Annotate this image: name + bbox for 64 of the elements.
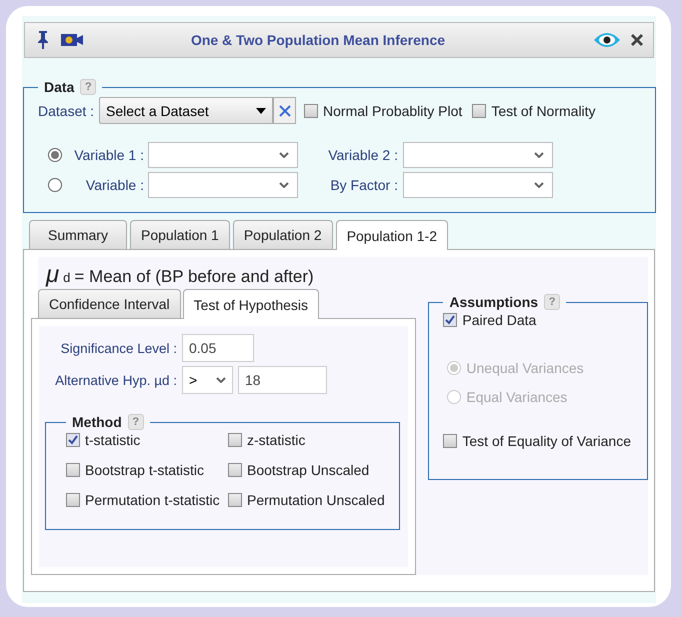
caret-icon <box>256 108 266 114</box>
checkbox[interactable] <box>443 313 458 327</box>
tab[interactable]: Confidence Interval <box>38 289 181 318</box>
window-title: One & Two Population Mean Inference <box>190 32 446 48</box>
tab[interactable]: Population 1-2 <box>336 220 448 250</box>
checkbox-label: Bootstrap Unscaled <box>247 462 370 478</box>
variable-dropdown[interactable] <box>403 142 553 168</box>
checkbox[interactable] <box>443 434 458 448</box>
clear-button[interactable] <box>273 97 296 124</box>
checkbox[interactable] <box>228 463 242 477</box>
variable-dropdown[interactable] <box>148 142 298 168</box>
checkbox-label: Permutation Unscaled <box>247 492 385 508</box>
field-label: Variable 2 : <box>327 147 398 163</box>
chevron-icon <box>279 152 289 158</box>
chevron-icon <box>279 182 289 188</box>
radio-button[interactable] <box>48 178 62 192</box>
video-camera-icon[interactable] <box>61 34 83 46</box>
hypothesis-value-field[interactable]: 18 <box>238 366 327 394</box>
tab[interactable]: Population 2 <box>232 220 333 249</box>
significance-field[interactable]: 0.05 <box>182 334 254 362</box>
heading-text: = Mean of (BP before and after) <box>74 267 314 287</box>
checkbox-label: Paired Data <box>462 312 536 328</box>
variable-dropdown[interactable] <box>148 172 298 198</box>
checkbox-label: Test of Equality of Variance <box>462 433 631 449</box>
subscript: d <box>63 270 70 285</box>
chevron-icon <box>534 152 544 158</box>
checkbox[interactable] <box>228 433 242 447</box>
radio-label: Unequal Variances <box>466 360 584 376</box>
eye-icon[interactable] <box>593 32 621 48</box>
checkbox-label: Normal Probablity Plot <box>323 102 462 118</box>
field-label: Dataset : <box>38 102 94 118</box>
tab[interactable]: Summary <box>29 220 127 249</box>
close-icon <box>278 104 291 116</box>
checkbox-label: z-statistic <box>247 432 306 448</box>
chevron-icon <box>534 182 544 188</box>
checkbox[interactable] <box>228 493 242 507</box>
group-label: Assumptions <box>449 294 538 310</box>
checkbox-label: Test of Normality <box>491 102 596 118</box>
operator-dropdown[interactable]: > <box>182 366 233 394</box>
close-icon[interactable] <box>629 32 645 48</box>
checkbox[interactable] <box>66 463 80 477</box>
field-label: Significance Level : <box>60 340 177 356</box>
group-label: Data <box>44 79 74 95</box>
group-label: Method <box>72 414 122 430</box>
checkbox[interactable] <box>472 104 486 118</box>
field-label: Variable : <box>84 177 144 193</box>
checkbox-label: Bootstrap t-statistic <box>85 462 204 478</box>
tab[interactable]: Population 1 <box>130 220 230 249</box>
dataset-dropdown[interactable]: Select a Dataset <box>99 97 274 124</box>
checkbox[interactable] <box>66 433 80 447</box>
field-label: By Factor : <box>329 177 398 193</box>
tab[interactable]: Test of Hypothesis <box>182 289 320 319</box>
checkbox[interactable] <box>304 104 318 118</box>
field-label: Variable 1 : <box>74 147 144 163</box>
field-label: Alternative Hyp. µd : <box>54 372 177 388</box>
variable-dropdown[interactable] <box>403 172 553 198</box>
checkbox[interactable] <box>66 493 80 507</box>
mu-symbol: μ <box>46 261 60 289</box>
checkbox-label: t-statistic <box>85 432 140 448</box>
pin-icon[interactable] <box>37 31 49 49</box>
radio-button[interactable] <box>48 148 62 162</box>
radio-label: Equal Variances <box>466 389 568 405</box>
checkbox-label: Permutation t-statistic <box>85 492 220 508</box>
chevron-icon <box>216 377 226 383</box>
